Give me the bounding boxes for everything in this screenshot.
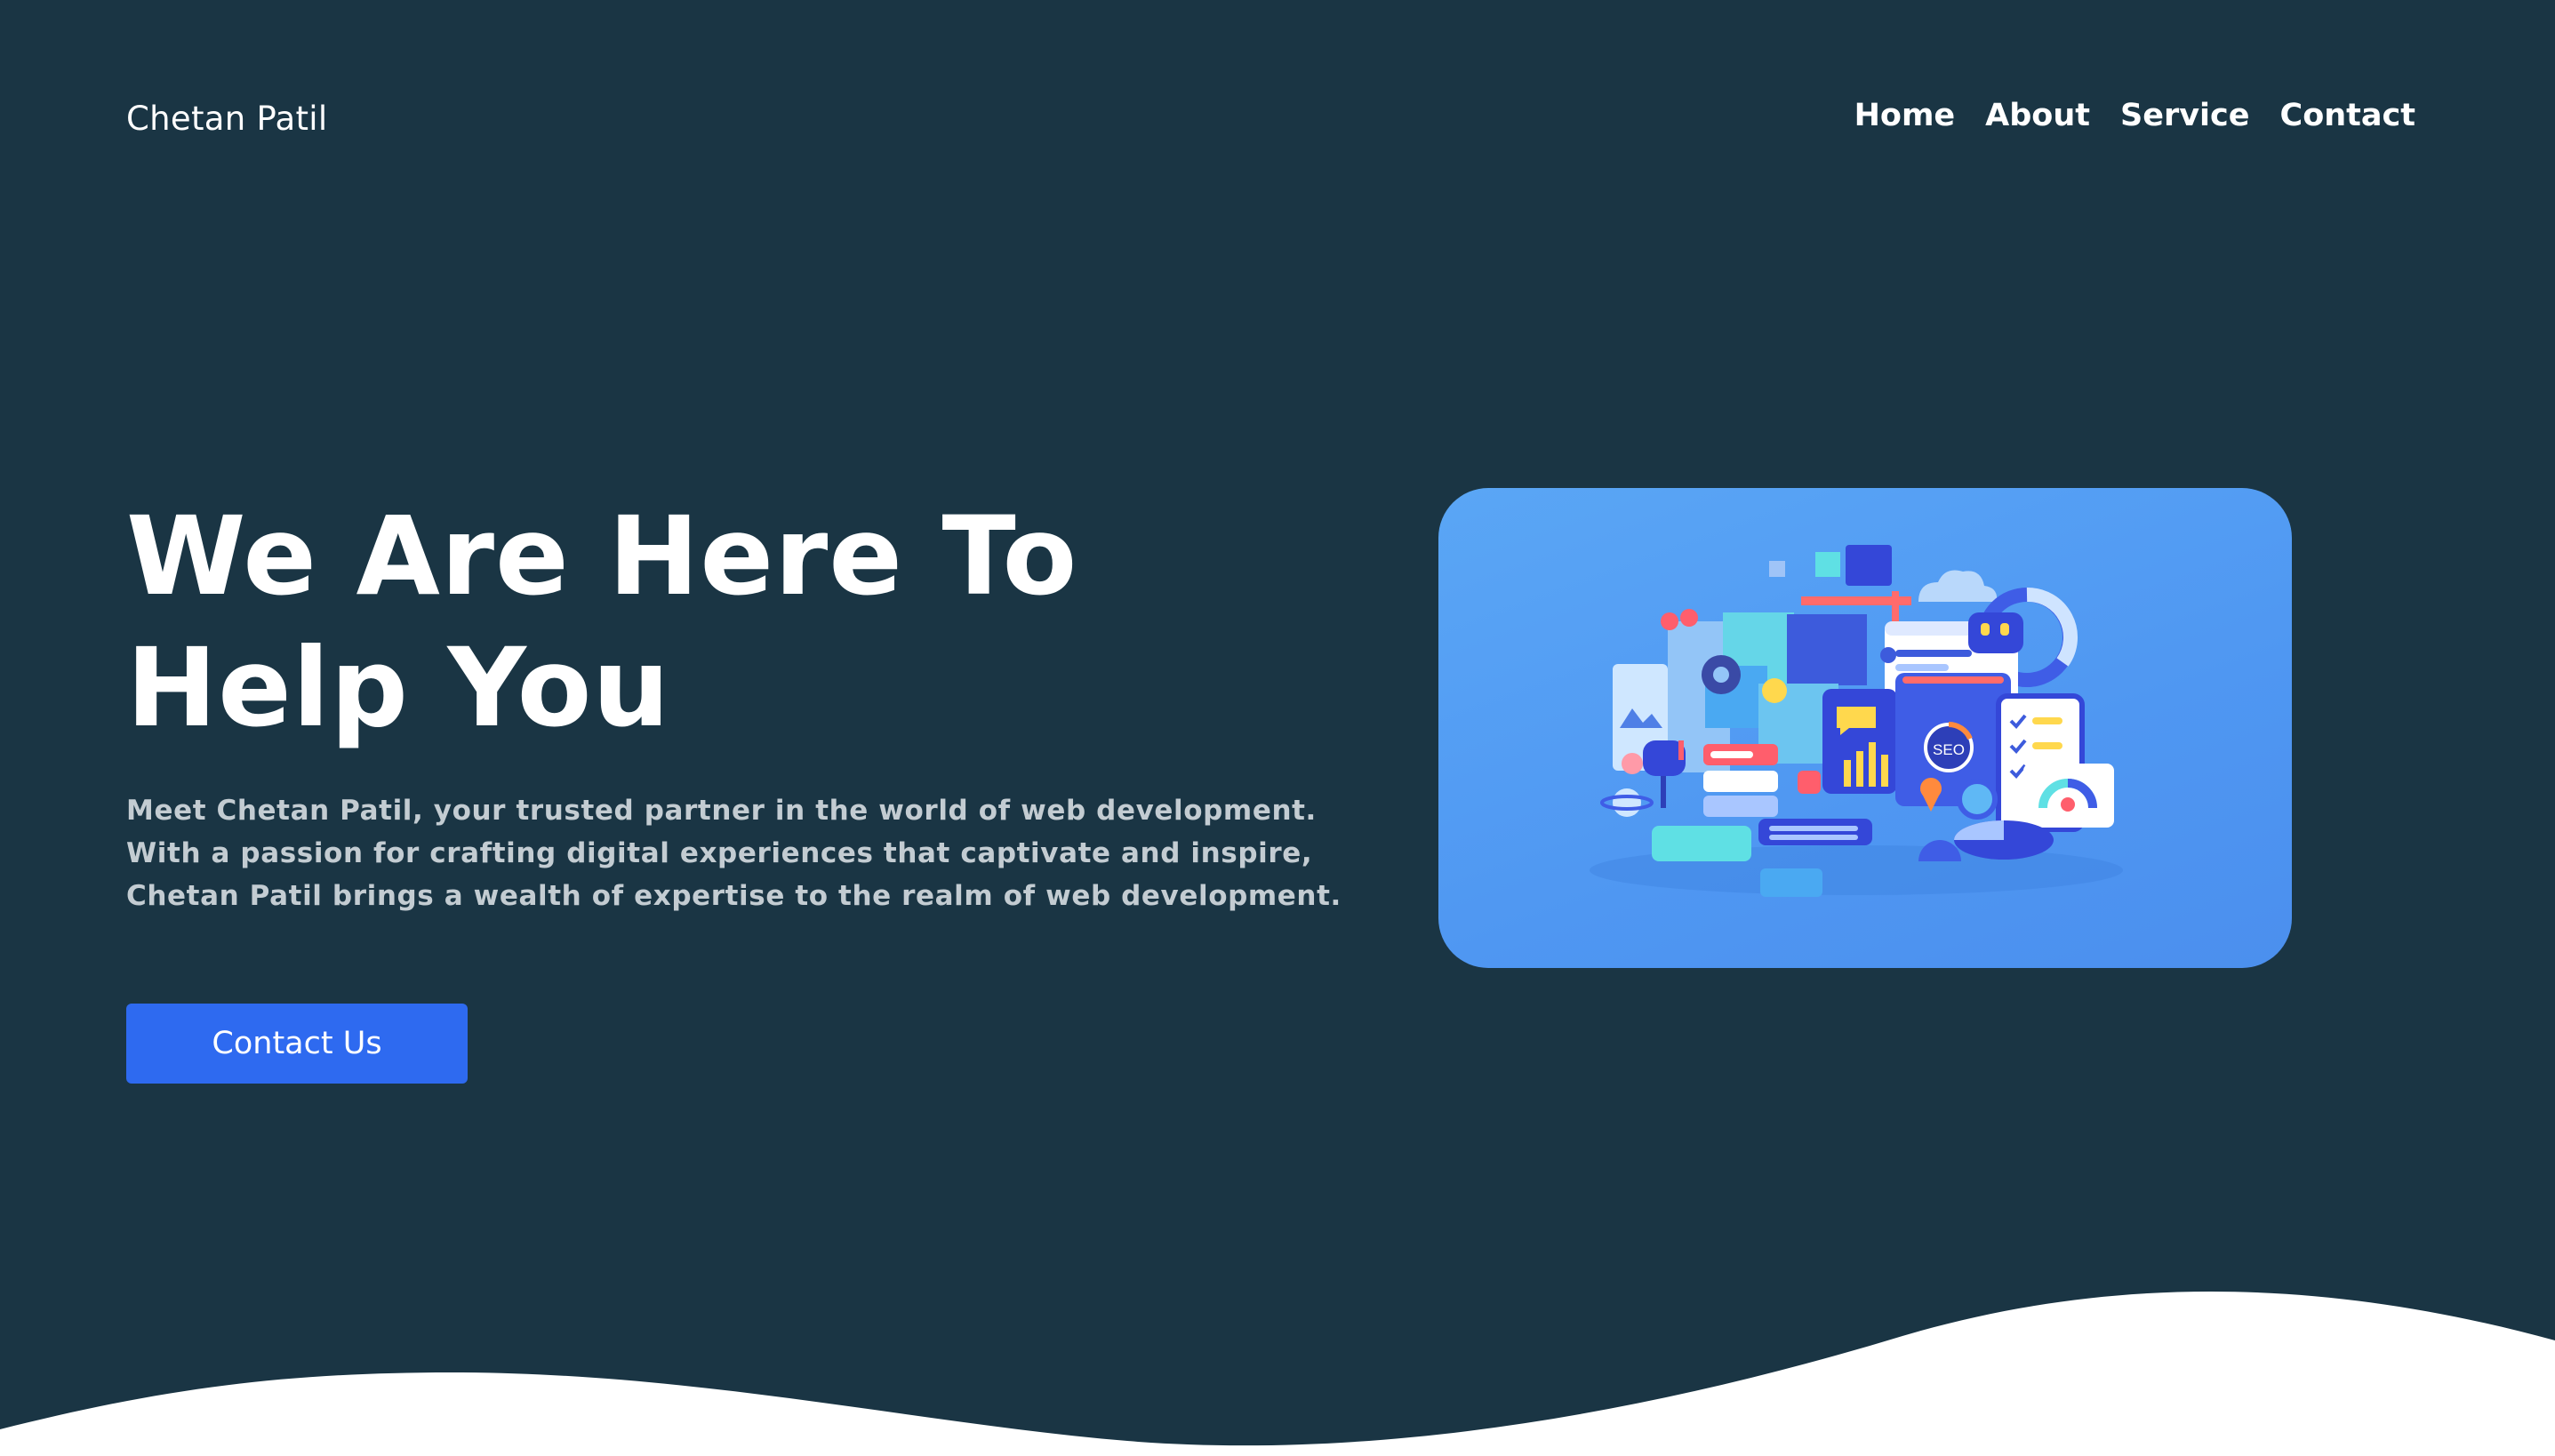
main-nav: Home About Service Contact [1854, 98, 2415, 133]
robot-icon [1968, 612, 2023, 653]
magnifier-icon [1957, 779, 1998, 820]
list-card [1703, 796, 1778, 817]
hero-title-line-2: Help You [126, 625, 671, 751]
like-icon [1798, 771, 1821, 794]
emoji-icon [1762, 678, 1787, 703]
platform-block [1652, 826, 1751, 861]
nav-link-about[interactable]: About [1985, 98, 2090, 133]
hero-title: We Are Here To Help You [126, 491, 1077, 754]
hero-description-line-3: Chetan Patil brings a wealth of expertis… [126, 880, 1342, 912]
platform-block [1760, 868, 1822, 897]
map-pin-icon [1680, 609, 1698, 627]
floating-cube-icon [1815, 552, 1840, 577]
heart-icon [1622, 753, 1643, 774]
keyboard-icon [1758, 819, 1872, 845]
hero-description-line-2: With a passion for crafting digital expe… [126, 837, 1313, 869]
nav-link-home[interactable]: Home [1854, 98, 1956, 133]
gauge-icon [2023, 764, 2114, 828]
hero-title-line-1: We Are Here To [126, 493, 1078, 620]
planet-icon [1613, 788, 1641, 817]
nav-link-service[interactable]: Service [2120, 98, 2250, 133]
bar-chart-icon [1844, 760, 1851, 787]
seo-badge-text: SEO [1933, 741, 1965, 758]
web-development-illustration: SEO [1438, 488, 2292, 968]
building-block [1787, 614, 1867, 685]
list-card [1703, 771, 1778, 792]
nav-link-contact[interactable]: Contact [2280, 98, 2415, 133]
map-pin-icon [1661, 612, 1678, 630]
page: Chetan Patil Home About Service Contact … [0, 0, 2555, 1456]
hero-description-line-1: Meet Chetan Patil, your trusted partner … [126, 795, 1317, 827]
hero-description: Meet Chetan Patil, your trusted partner … [126, 789, 1342, 917]
bottom-wave-divider [0, 1292, 2555, 1456]
contact-us-button[interactable]: Contact Us [126, 1004, 468, 1084]
floating-cube-icon [1846, 545, 1892, 586]
illustration-graphic: SEO [1590, 545, 2123, 897]
brand-logo-text[interactable]: Chetan Patil [126, 100, 327, 138]
floating-cube-icon [1769, 561, 1785, 577]
cloud-icon [1918, 570, 1998, 602]
